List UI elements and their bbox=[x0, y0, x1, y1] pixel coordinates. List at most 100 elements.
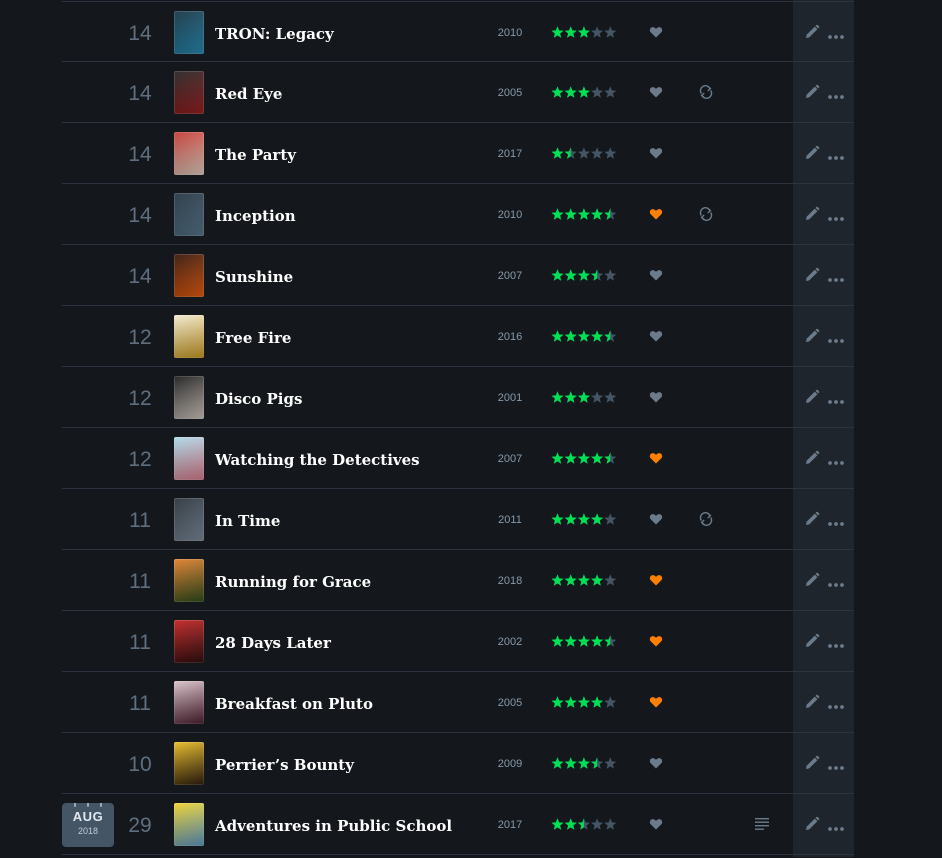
film-title[interactable]: TRON: Legacy bbox=[215, 2, 334, 64]
film-title[interactable]: The Party bbox=[215, 123, 296, 185]
edit-pencil-icon[interactable] bbox=[804, 84, 820, 100]
more-options-icon[interactable] bbox=[827, 28, 845, 39]
edit-pencil-icon[interactable] bbox=[804, 572, 820, 588]
release-year[interactable]: 2016 bbox=[490, 306, 530, 366]
release-year[interactable]: 2007 bbox=[490, 245, 530, 305]
film-title[interactable]: Free Fire bbox=[215, 306, 291, 368]
edit-pencil-icon[interactable] bbox=[804, 816, 820, 832]
film-title[interactable]: Adventures in Public School bbox=[215, 794, 452, 856]
film-poster[interactable] bbox=[174, 559, 204, 602]
diary-entry-row: 11 Breakfast on Pluto 2005 bbox=[62, 672, 854, 733]
more-options-icon[interactable] bbox=[827, 820, 845, 831]
star-rating bbox=[551, 84, 619, 100]
day-number[interactable]: 11 bbox=[122, 611, 158, 671]
day-number[interactable]: 29 bbox=[122, 794, 158, 854]
more-options-icon[interactable] bbox=[827, 637, 845, 648]
film-title[interactable]: Sunshine bbox=[215, 245, 293, 307]
film-poster[interactable] bbox=[174, 498, 204, 541]
review-icon[interactable] bbox=[755, 817, 769, 830]
film-title[interactable]: Perrier’s Bounty bbox=[215, 733, 354, 795]
film-title[interactable]: Inception bbox=[215, 184, 296, 246]
film-poster[interactable] bbox=[174, 803, 204, 846]
edit-pencil-icon[interactable] bbox=[804, 328, 820, 344]
more-options-icon[interactable] bbox=[827, 88, 845, 99]
diary-entry-row: 11 In Time 2011 bbox=[62, 489, 854, 550]
film-title[interactable]: Watching the Detectives bbox=[215, 428, 420, 490]
release-year[interactable]: 2011 bbox=[490, 489, 530, 549]
more-options-icon[interactable] bbox=[827, 271, 845, 282]
more-options-icon[interactable] bbox=[827, 332, 845, 343]
day-number[interactable]: 11 bbox=[122, 550, 158, 610]
heart-liked-icon bbox=[649, 207, 663, 221]
release-year[interactable]: 2010 bbox=[490, 2, 530, 62]
release-year[interactable]: 2017 bbox=[490, 794, 530, 854]
more-options-icon[interactable] bbox=[827, 454, 845, 465]
edit-pencil-icon[interactable] bbox=[804, 206, 820, 222]
release-year[interactable]: 2001 bbox=[490, 367, 530, 427]
edit-pencil-icon[interactable] bbox=[804, 511, 820, 527]
release-year[interactable]: 2009 bbox=[490, 733, 530, 793]
day-number[interactable]: 14 bbox=[122, 184, 158, 244]
more-options-icon[interactable] bbox=[827, 515, 845, 526]
day-number[interactable]: 14 bbox=[122, 123, 158, 183]
more-options-icon[interactable] bbox=[827, 149, 845, 160]
heart-icon bbox=[649, 756, 663, 770]
release-year[interactable]: 2010 bbox=[490, 184, 530, 244]
badge-month: AUG bbox=[72, 809, 104, 824]
film-title[interactable]: Red Eye bbox=[215, 62, 282, 124]
film-poster[interactable] bbox=[174, 742, 204, 785]
more-options-icon[interactable] bbox=[827, 210, 845, 221]
edit-pencil-icon[interactable] bbox=[804, 267, 820, 283]
edit-pencil-icon[interactable] bbox=[804, 389, 820, 405]
film-poster[interactable] bbox=[174, 11, 204, 54]
star-rating bbox=[551, 816, 619, 832]
film-title[interactable]: Running for Grace bbox=[215, 550, 371, 612]
film-poster[interactable] bbox=[174, 254, 204, 297]
more-options-icon[interactable] bbox=[827, 759, 845, 770]
day-number[interactable]: 12 bbox=[122, 306, 158, 366]
release-year[interactable]: 2005 bbox=[490, 672, 530, 732]
day-number[interactable]: 14 bbox=[122, 2, 158, 62]
film-poster[interactable] bbox=[174, 193, 204, 236]
film-poster[interactable] bbox=[174, 132, 204, 175]
more-options-icon[interactable] bbox=[827, 698, 845, 709]
star-rating bbox=[551, 267, 619, 283]
film-poster[interactable] bbox=[174, 437, 204, 480]
edit-pencil-icon[interactable] bbox=[804, 694, 820, 710]
edit-pencil-icon[interactable] bbox=[804, 755, 820, 771]
release-year[interactable]: 2002 bbox=[490, 611, 530, 671]
film-poster[interactable] bbox=[174, 620, 204, 663]
release-year[interactable]: 2005 bbox=[490, 62, 530, 122]
release-year[interactable]: 2018 bbox=[490, 550, 530, 610]
edit-pencil-icon[interactable] bbox=[804, 450, 820, 466]
day-number[interactable]: 11 bbox=[122, 672, 158, 732]
film-title[interactable]: In Time bbox=[215, 489, 280, 551]
heart-icon bbox=[649, 268, 663, 282]
month-calendar-badge[interactable]: AUG 2018 bbox=[62, 803, 114, 847]
release-year[interactable]: 2007 bbox=[490, 428, 530, 488]
day-number[interactable]: 11 bbox=[122, 489, 158, 549]
edit-pencil-icon[interactable] bbox=[804, 633, 820, 649]
day-number[interactable]: 12 bbox=[122, 367, 158, 427]
rewatch-icon bbox=[698, 206, 714, 222]
film-title[interactable]: Disco Pigs bbox=[215, 367, 302, 429]
film-poster[interactable] bbox=[174, 315, 204, 358]
release-year[interactable]: 2017 bbox=[490, 123, 530, 183]
film-title[interactable]: 28 Days Later bbox=[215, 611, 331, 673]
day-number[interactable]: 10 bbox=[122, 733, 158, 793]
day-number[interactable]: 14 bbox=[122, 245, 158, 305]
film-poster[interactable] bbox=[174, 71, 204, 114]
diary-entry-row: 14 Sunshine 2007 bbox=[62, 245, 854, 306]
diary-entry-row: 14 TRON: Legacy 2010 bbox=[62, 1, 854, 62]
edit-pencil-icon[interactable] bbox=[804, 24, 820, 40]
diary-entry-row: 10 Perrier’s Bounty 2009 bbox=[62, 733, 854, 794]
heart-liked-icon bbox=[649, 573, 663, 587]
more-options-icon[interactable] bbox=[827, 576, 845, 587]
film-poster[interactable] bbox=[174, 681, 204, 724]
film-poster[interactable] bbox=[174, 376, 204, 419]
more-options-icon[interactable] bbox=[827, 393, 845, 404]
day-number[interactable]: 12 bbox=[122, 428, 158, 488]
film-title[interactable]: Breakfast on Pluto bbox=[215, 672, 373, 734]
day-number[interactable]: 14 bbox=[122, 62, 158, 122]
edit-pencil-icon[interactable] bbox=[804, 145, 820, 161]
